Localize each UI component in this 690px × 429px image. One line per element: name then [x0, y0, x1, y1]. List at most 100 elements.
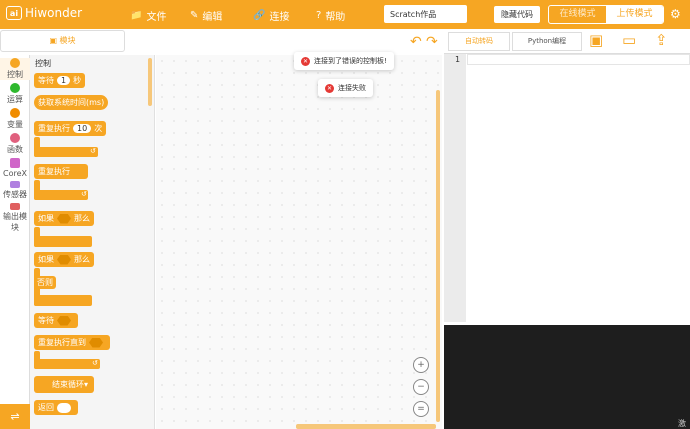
block-break-loop[interactable]: 结束循环 ▾: [34, 376, 95, 393]
output-console[interactable]: [444, 325, 690, 429]
upload-mode-button[interactable]: 上传模式: [606, 6, 663, 23]
flyout-title: 控制: [35, 59, 51, 68]
category-sidebar: 控制 运算 变量 函数 CoreX 传感器 输出模块: [0, 55, 30, 429]
tab-python[interactable]: Python编程: [512, 32, 582, 51]
upload-icon[interactable]: ⇪: [655, 31, 668, 49]
variables-dot-icon: [10, 108, 20, 118]
block-repeat-until[interactable]: 重复执行直到: [34, 335, 110, 350]
open-folder-icon[interactable]: ▭: [622, 31, 636, 49]
block-ifelse-foot: [34, 295, 92, 306]
control-dot-icon: [10, 58, 20, 68]
loop-arrow-icon: ↺: [81, 190, 87, 198]
code-editor[interactable]: [466, 54, 690, 322]
toast-message: 连接到了错误的控制板!: [314, 57, 387, 65]
block-text: 那么: [74, 255, 90, 264]
operators-dot-icon: [10, 83, 20, 93]
boolean-slot[interactable]: [57, 254, 71, 265]
category-variables[interactable]: 变量: [0, 108, 30, 130]
block-if-foot: [34, 236, 92, 247]
category-sensors[interactable]: 传感器: [0, 181, 30, 200]
block-text: 等待: [38, 76, 54, 85]
toast-message: 连接失败: [338, 84, 366, 92]
block-button[interactable]: ▣ 模块: [0, 30, 125, 52]
category-label: CoreX: [3, 169, 27, 178]
block-text: 重复执行: [38, 124, 70, 133]
workspace-vscrollbar[interactable]: [436, 90, 440, 422]
block-if-else[interactable]: 如果 那么: [34, 252, 94, 267]
category-corex[interactable]: CoreX: [0, 158, 30, 178]
undo-icon[interactable]: ↶: [410, 34, 422, 50]
dropdown-arrow-icon[interactable]: ▾: [84, 380, 88, 389]
edit-icon: ✎: [190, 10, 199, 21]
console-text: 激: [678, 419, 686, 428]
puzzle-icon: ▣: [49, 36, 60, 45]
block-if-then[interactable]: 如果 那么: [34, 211, 94, 226]
error-toast: ✕ 连接到了错误的控制板!: [294, 52, 394, 70]
online-mode-button[interactable]: 在线模式: [549, 6, 606, 23]
menu-edit-label: 编辑: [202, 12, 223, 23]
block-return[interactable]: 返回: [34, 400, 78, 415]
loop-arrow-icon: ↺: [90, 147, 96, 155]
sensor-icon: [10, 181, 20, 188]
block-text: 秒: [73, 76, 82, 85]
zoom-in-icon[interactable]: +: [413, 357, 429, 373]
tab-auto-code-label: 自动转码: [465, 37, 493, 45]
block-text: 否则: [37, 278, 53, 287]
project-name-input[interactable]: Scratch作品: [384, 5, 467, 23]
link-icon: 🔗: [253, 10, 266, 21]
menu-file[interactable]: 📁 文件: [130, 8, 166, 23]
menu-file-label: 文件: [146, 12, 167, 23]
boolean-slot[interactable]: [57, 315, 71, 326]
hide-code-button[interactable]: 隐藏代码: [494, 6, 540, 23]
workspace-hscrollbar[interactable]: [296, 424, 436, 429]
category-functions[interactable]: 函数: [0, 133, 30, 155]
block-text: 次: [94, 124, 103, 133]
scratch-workspace[interactable]: [156, 55, 442, 429]
zoom-out-icon[interactable]: −: [413, 379, 429, 395]
logo-badge: ai: [6, 6, 22, 20]
category-output[interactable]: 输出模块: [0, 203, 30, 233]
block-text: 重复执行: [38, 167, 70, 176]
category-label: 运算: [7, 95, 23, 104]
loop-arrow-icon: ↺: [92, 359, 98, 367]
block-text: 如果: [38, 214, 54, 223]
category-label: 函数: [7, 145, 23, 154]
category-operators[interactable]: 运算: [0, 83, 30, 105]
block-repeat-times[interactable]: 重复执行 10 次: [34, 121, 107, 136]
block-number-input[interactable]: 10: [73, 124, 92, 133]
output-icon: [10, 203, 20, 210]
error-icon: ✕: [301, 56, 310, 66]
block-forever-foot: [34, 190, 88, 200]
block-text: 重复执行直到: [38, 338, 86, 347]
block-text: 那么: [74, 214, 90, 223]
save-icon[interactable]: ▣: [589, 31, 603, 49]
menu-edit[interactable]: ✎ 编辑: [190, 8, 222, 23]
help-icon: ?: [316, 10, 322, 21]
block-forever[interactable]: 重复执行: [34, 164, 88, 179]
menu-connect[interactable]: 🔗 连接: [253, 8, 289, 23]
boolean-slot[interactable]: [57, 213, 71, 224]
tab-auto-code[interactable]: 自动转码: [448, 32, 510, 51]
user-settings-icon[interactable]: ⚙: [670, 7, 681, 21]
current-line-highlight: [467, 54, 690, 65]
block-wait-until[interactable]: 等待: [34, 313, 78, 328]
boolean-slot[interactable]: [89, 337, 103, 348]
logo: ai Hiwonder: [6, 6, 82, 20]
folder-icon: 📁: [130, 10, 143, 21]
category-control[interactable]: 控制: [0, 58, 30, 80]
extensions-button[interactable]: ⇌: [0, 404, 30, 429]
block-number-input[interactable]: 1: [57, 76, 71, 85]
menu-help-label: 帮助: [325, 12, 346, 23]
menu-help[interactable]: ? 帮助: [316, 8, 345, 23]
zoom-reset-icon[interactable]: =: [413, 401, 429, 417]
mode-toggle: 在线模式 上传模式: [548, 5, 664, 24]
block-wait-seconds[interactable]: 等待 1 秒: [34, 73, 86, 88]
logo-text: Hiwonder: [25, 6, 83, 20]
flyout-scrollbar[interactable]: [148, 58, 152, 106]
block-text: 等待: [38, 316, 54, 325]
category-label: 控制: [7, 70, 23, 79]
return-value-slot[interactable]: [57, 402, 71, 413]
line-number: 1: [455, 55, 461, 64]
block-get-system-time[interactable]: 获取系统时间(ms): [34, 95, 109, 110]
redo-icon[interactable]: ↷: [426, 34, 438, 50]
